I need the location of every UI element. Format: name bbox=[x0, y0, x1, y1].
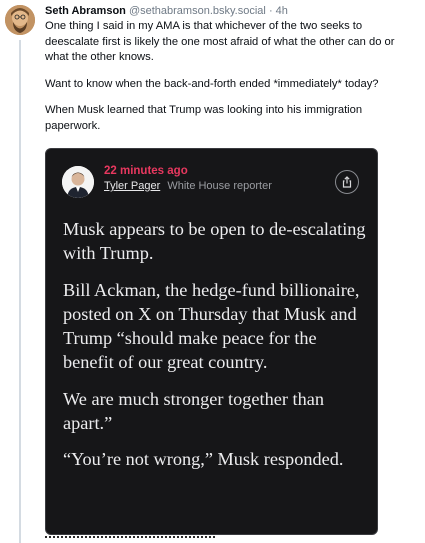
post[interactable]: Seth Abramson @sethabramson.bsky.social … bbox=[0, 0, 425, 543]
reporter-byline: Tyler Pager White House reporter bbox=[104, 180, 272, 192]
thread-line bbox=[19, 40, 21, 543]
post-paragraph: When Musk learned that Trump was looking… bbox=[45, 104, 363, 132]
reporter-name[interactable]: Tyler Pager bbox=[104, 180, 160, 192]
reporter-avatar bbox=[62, 166, 94, 198]
article-excerpt: Musk appears to be open to de-escalating… bbox=[63, 217, 368, 472]
article-timestamp: 22 minutes ago bbox=[104, 165, 188, 177]
next-content-peek bbox=[45, 536, 245, 543]
post-paragraph: Want to know when the back-and-forth end… bbox=[45, 77, 379, 90]
post-content: Seth Abramson @sethabramson.bsky.social … bbox=[45, 4, 417, 134]
article-paragraph: Musk appears to be open to de-escalating… bbox=[63, 219, 366, 264]
author-handle[interactable]: @sethabramson.bsky.social bbox=[129, 5, 266, 17]
author-name[interactable]: Seth Abramson bbox=[45, 5, 126, 17]
embedded-image-card[interactable]: 22 minutes ago Tyler Pager White House r… bbox=[45, 148, 378, 535]
article-paragraph: We are much stronger together than apart… bbox=[63, 388, 324, 434]
share-icon bbox=[342, 176, 352, 188]
author-avatar[interactable] bbox=[5, 5, 35, 35]
post-header: Seth Abramson @sethabramson.bsky.social … bbox=[45, 4, 417, 18]
share-button[interactable] bbox=[335, 170, 359, 194]
reporter-role: White House reporter bbox=[167, 180, 272, 192]
post-paragraph: One thing I said in my AMA is that which… bbox=[45, 20, 395, 63]
article-paragraph: Bill Ackman, the hedge-fund billionaire,… bbox=[63, 279, 360, 373]
post-text: One thing I said in my AMA is that which… bbox=[45, 19, 417, 134]
post-time[interactable]: 4h bbox=[276, 5, 288, 17]
header-separator: · bbox=[268, 5, 273, 17]
article-paragraph: “You’re not wrong,” Musk responded. bbox=[63, 449, 344, 470]
